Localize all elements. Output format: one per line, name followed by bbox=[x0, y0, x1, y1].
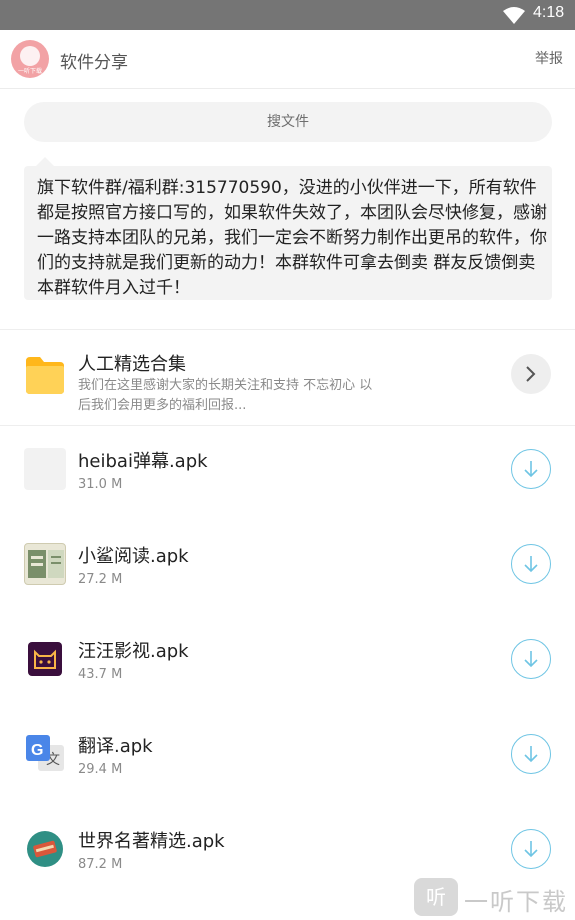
collection-name: 人工精选合集 bbox=[78, 354, 186, 375]
collection-item[interactable]: 人工精选合集 我们在这里感谢大家的长期关注和支持 不忘初心 以后我们会用更多的福… bbox=[0, 330, 575, 426]
file-size: 87.2 M bbox=[78, 857, 123, 872]
download-arrow-icon bbox=[524, 556, 538, 573]
file-name: 世界名著精选.apk bbox=[78, 831, 225, 852]
download-button[interactable] bbox=[511, 544, 551, 584]
file-item[interactable]: 小鲨阅读.apk 27.2 M bbox=[0, 522, 575, 617]
magnifier-icon bbox=[20, 46, 40, 66]
download-arrow-icon bbox=[524, 651, 538, 668]
chevron-right-icon bbox=[526, 366, 536, 382]
file-name: heibai弹幕.apk bbox=[78, 451, 208, 472]
file-item[interactable]: 汪汪影视.apk 43.7 M bbox=[0, 617, 575, 712]
download-button[interactable] bbox=[511, 734, 551, 774]
blank-app-icon bbox=[24, 448, 66, 490]
watermark-text: 一听下载 bbox=[464, 888, 568, 916]
file-size: 27.2 M bbox=[78, 572, 123, 587]
report-button[interactable]: 举报 bbox=[535, 48, 563, 68]
page-title: 软件分享 bbox=[60, 53, 128, 73]
notice-text: 旗下软件群/福利群:315770590，没进的小伙伴进一下，所有软件都是按照官方… bbox=[37, 178, 547, 298]
download-arrow-icon bbox=[524, 841, 538, 858]
download-arrow-icon bbox=[524, 746, 538, 763]
file-size: 31.0 M bbox=[78, 477, 123, 492]
open-collection-button[interactable] bbox=[511, 354, 551, 394]
avatar-text: 一听下载 bbox=[17, 68, 42, 75]
download-arrow-icon bbox=[524, 461, 538, 478]
app-header: 一听下载 软件分享 举报 bbox=[0, 30, 575, 89]
folder-icon bbox=[26, 357, 64, 394]
watermark-logo: 听 bbox=[414, 878, 458, 916]
file-name: 汪汪影视.apk bbox=[78, 641, 189, 662]
collection-description: 我们在这里感谢大家的长期关注和支持 不忘初心 以后我们会用更多的福利回报... bbox=[78, 378, 373, 413]
file-name: 翻译.apk bbox=[78, 736, 153, 757]
download-button[interactable] bbox=[511, 829, 551, 869]
avatar[interactable]: 一听下载 bbox=[11, 40, 49, 78]
download-button[interactable] bbox=[511, 449, 551, 489]
book-reader-icon bbox=[24, 543, 66, 585]
file-size: 29.4 M bbox=[78, 762, 123, 777]
wifi-icon bbox=[503, 7, 525, 24]
divider bbox=[0, 425, 575, 426]
notice-box: 旗下软件群/福利群:315770590，没进的小伙伴进一下，所有软件都是按照官方… bbox=[24, 157, 552, 300]
file-item[interactable]: heibai弹幕.apk 31.0 M bbox=[0, 427, 575, 522]
status-time: 4:18 bbox=[533, 4, 565, 21]
search-input[interactable]: 搜文件 bbox=[24, 102, 552, 142]
watermark: 听 一听下载 bbox=[414, 876, 574, 916]
svg-text:G: G bbox=[31, 742, 43, 759]
classic-books-icon bbox=[24, 828, 66, 870]
file-name: 小鲨阅读.apk bbox=[78, 546, 189, 567]
file-item[interactable]: 文 G 翻译.apk 29.4 M bbox=[0, 712, 575, 807]
file-size: 43.7 M bbox=[78, 667, 123, 682]
cat-face-icon bbox=[24, 638, 66, 680]
download-button[interactable] bbox=[511, 639, 551, 679]
google-translate-icon: 文 G bbox=[24, 733, 66, 775]
status-bar: 4:18 bbox=[0, 0, 575, 30]
